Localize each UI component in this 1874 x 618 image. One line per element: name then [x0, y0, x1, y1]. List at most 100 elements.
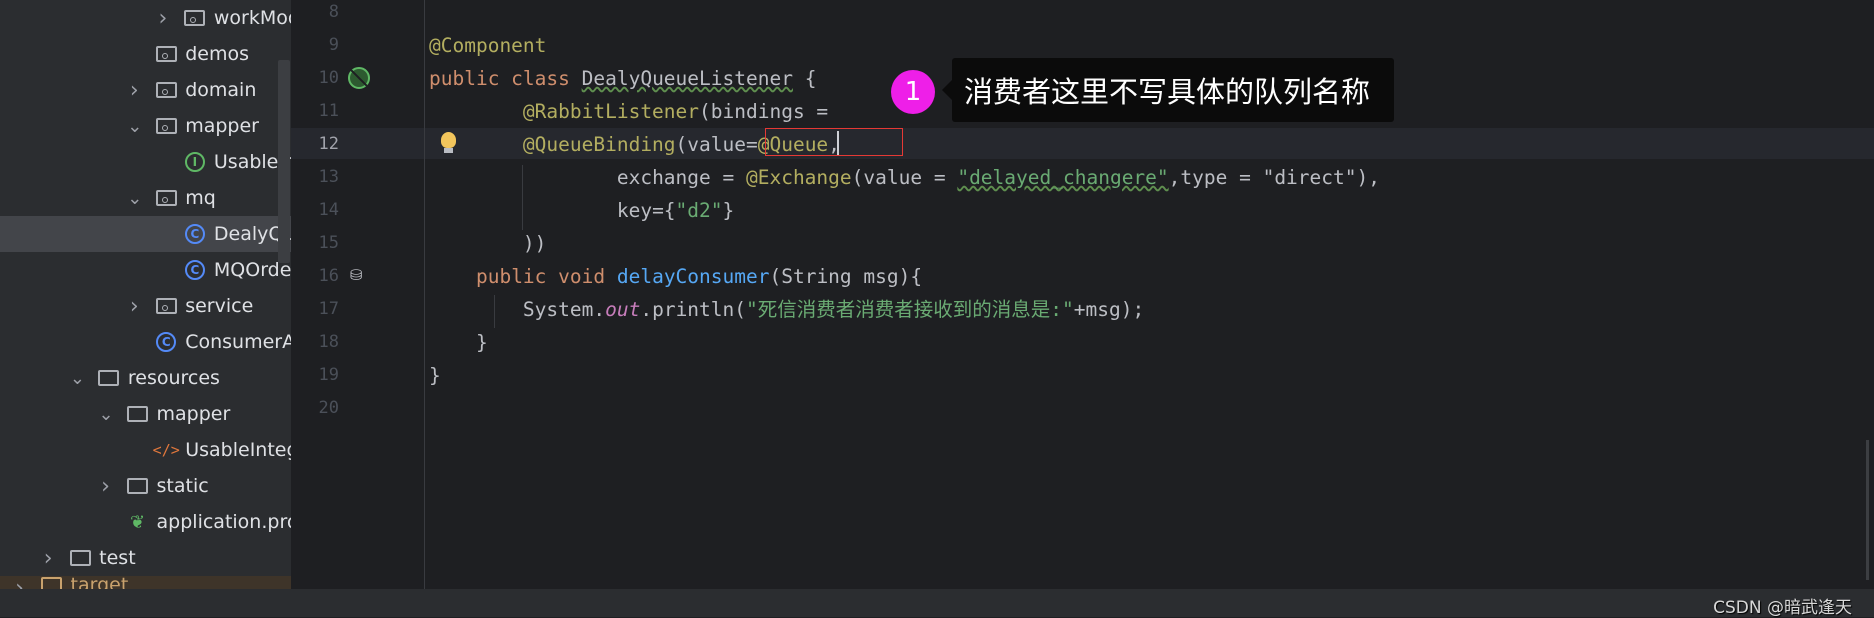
tree-item-label: workMod	[213, 7, 291, 29]
folder-icon	[127, 405, 149, 423]
tree-item[interactable]: ⌄ resources	[0, 360, 291, 396]
resources-folder-icon	[98, 369, 120, 387]
tree-item[interactable]: › service	[0, 288, 291, 324]
rabbit-listener-icon[interactable]: ⛁	[350, 266, 363, 284]
tree-item-label: UsableInteg	[185, 439, 291, 461]
code-token: public void	[475, 265, 617, 288]
line-number: 16	[318, 266, 339, 286]
line-number: 20	[318, 398, 339, 418]
code-token: System.	[522, 298, 606, 321]
code-line[interactable]: ))	[429, 227, 546, 260]
code-token: @Exchange	[745, 166, 852, 189]
tree-item[interactable]: C DealyQu	[0, 216, 291, 252]
chevron-right-icon[interactable]: ›	[127, 294, 141, 319]
no-bean-icon[interactable]	[348, 67, 370, 89]
chevron-down-icon[interactable]: ⌄	[127, 188, 142, 209]
line-number: 11	[318, 101, 339, 121]
watermark: CSDN @暗武逢天	[1713, 598, 1852, 618]
line-number: 10	[318, 68, 339, 88]
tree-item-label: mq	[185, 187, 216, 209]
package-folder-icon	[184, 9, 206, 27]
chevron-down-icon[interactable]: ⌄	[99, 404, 114, 425]
code-token: public class	[429, 67, 582, 90]
annotation-tooltip: 消费者这里不写具体的队列名称	[942, 58, 1394, 122]
tree-item[interactable]: › domain	[0, 72, 291, 108]
code-token: "delayed_changere"	[957, 166, 1169, 189]
code-line[interactable]: exchange = @Exchange(value = "delayed_ch…	[429, 161, 1380, 194]
code-line[interactable]: key={"d2"}	[429, 194, 734, 227]
code-token: "死信消费者消费者接收到的消息是:"	[746, 298, 1074, 321]
tree-item[interactable]: C ConsumerA	[0, 324, 291, 360]
tree-item[interactable]: ❦ application.pro	[0, 504, 291, 540]
chevron-down-icon[interactable]: ⌄	[70, 368, 85, 389]
code-token: (value=	[675, 133, 758, 156]
code-token: ),	[1356, 166, 1380, 189]
package-folder-icon	[155, 45, 177, 63]
tree-item[interactable]: › static	[0, 468, 291, 504]
line-number: 18	[318, 332, 339, 352]
tree-item[interactable]: › test	[0, 540, 291, 576]
tree-item[interactable]: demos	[0, 36, 291, 72]
tree-item-label: mapper	[185, 115, 259, 137]
lightbulb-icon[interactable]	[441, 132, 456, 153]
code-token: out	[605, 298, 641, 321]
code-token: @QueueBinding	[522, 133, 676, 156]
tree-item-label: demos	[185, 43, 250, 65]
tree-item[interactable]: › workMod	[0, 0, 291, 36]
code-line[interactable]: }	[429, 326, 488, 359]
line-number: 17	[318, 299, 339, 319]
code-token: }	[475, 331, 488, 354]
tree-item[interactable]: ⌄ mapper	[0, 396, 291, 432]
folder-icon	[69, 549, 91, 567]
editor-scrollbar[interactable]	[1866, 440, 1869, 580]
code-line[interactable]: @RabbitListener(bindings =	[429, 95, 828, 128]
code-token: +msg);	[1073, 298, 1145, 321]
spring-properties-icon: ❦	[129, 511, 146, 533]
line-number: 9	[328, 35, 339, 55]
tree-item[interactable]: C MQOrde	[0, 252, 291, 288]
sidebar-scrollbar[interactable]	[278, 60, 290, 263]
line-number: 15	[318, 233, 339, 253]
line-number: 19	[318, 365, 339, 385]
tree-item[interactable]: I UsableIn	[0, 144, 291, 180]
line-number: 14	[318, 200, 339, 220]
code-token: @RabbitListener	[522, 100, 700, 123]
code-token: (value =	[851, 166, 958, 189]
tree-item[interactable]: ⌄ mq	[0, 180, 291, 216]
chevron-right-icon[interactable]: ›	[99, 474, 113, 499]
package-folder-icon	[155, 297, 177, 315]
code-line[interactable]: System.out.println("死信消费者消费者接收到的消息是:"+ms…	[429, 293, 1144, 326]
code-token: exchange =	[616, 166, 746, 189]
line-number: 13	[318, 167, 339, 187]
code-token: "d2"	[675, 199, 723, 222]
line-number: 8	[328, 2, 339, 22]
code-line[interactable]: public void delayConsumer(String msg){	[429, 260, 922, 293]
interface-icon: I	[184, 152, 206, 172]
chevron-right-icon[interactable]: ›	[13, 576, 27, 589]
chevron-down-icon[interactable]: ⌄	[127, 116, 142, 137]
chevron-right-icon[interactable]: ›	[41, 546, 55, 571]
tree-item-label: resources	[127, 367, 220, 389]
class-icon: C	[184, 260, 206, 280]
class-icon: C	[184, 224, 206, 244]
tree-item[interactable]: › target	[0, 576, 291, 589]
tree-item[interactable]: </> UsableInteg	[0, 432, 291, 468]
code-line[interactable]: }	[429, 359, 441, 392]
code-line[interactable]: public class DealyQueueListener {	[429, 62, 816, 95]
tree-item-label: target	[70, 576, 129, 589]
package-folder-icon	[155, 81, 177, 99]
code-token: ,type =	[1168, 166, 1263, 189]
chevron-right-icon[interactable]: ›	[156, 6, 170, 31]
code-line[interactable]: @Component	[429, 29, 546, 62]
tree-item[interactable]: ⌄ mapper	[0, 108, 291, 144]
indent-guide	[494, 295, 495, 328]
tree-item-label: static	[156, 475, 209, 497]
chevron-right-icon[interactable]: ›	[127, 78, 141, 103]
tree-item-label: test	[99, 547, 136, 569]
code-token: key={	[616, 199, 676, 222]
